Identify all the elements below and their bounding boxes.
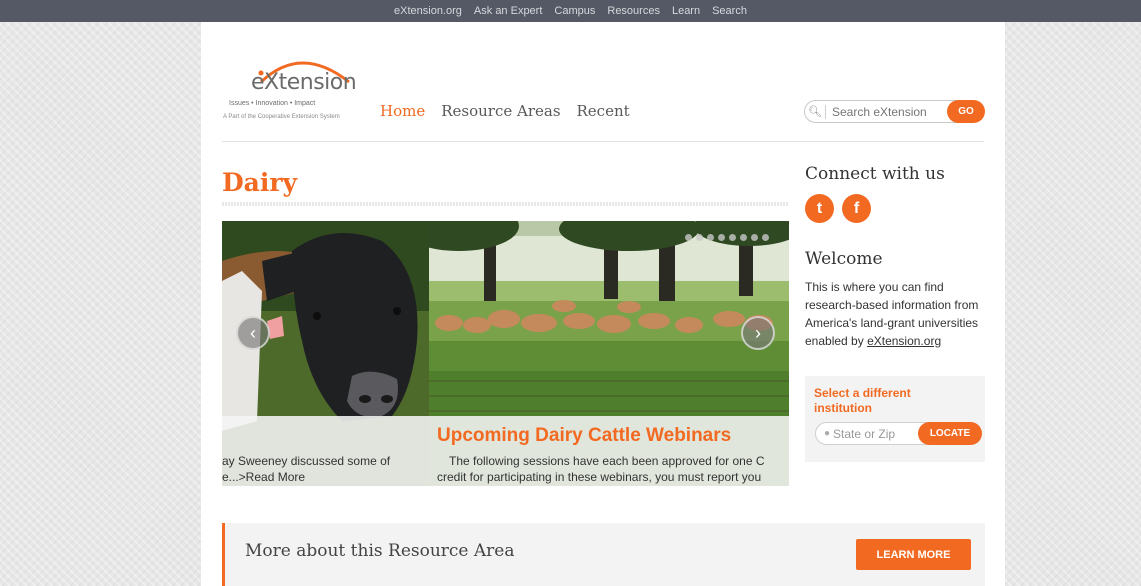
carousel-prev-button[interactable]: ‹ [236,316,270,350]
slide-text-line: credit for participating in these webina… [437,470,762,484]
page-container: eXtension Issues • Innovation • Impact A… [201,22,1005,586]
extension-logo[interactable]: eXtension Issues • Innovation • Impact A… [221,52,361,126]
logo-subline: A Part of the Cooperative Extension Syst… [223,114,340,120]
welcome-text: This is where you can find research-base… [805,278,980,350]
topnav-learn-link[interactable]: Learn [672,5,700,17]
welcome-heading: Welcome [805,249,883,269]
connect-heading: Connect with us [805,164,945,184]
logo-wordmark: eXtension [251,70,357,95]
social-links: t f [805,194,871,223]
locator-heading: Select a different institution [814,386,911,415]
page-title: Dairy [222,168,298,197]
search-go-button[interactable]: GO [947,100,985,123]
twitter-icon[interactable]: t [805,194,834,223]
nav-resource-areas[interactable]: Resource Areas [441,102,560,120]
topnav-ask-expert-link[interactable]: Ask an Expert [474,5,542,17]
extension-org-link[interactable]: eXtension.org [867,334,941,348]
prev-slide-read-more[interactable]: e...>Read More [222,470,305,484]
locate-button[interactable]: LOCATE [918,422,982,445]
header-divider [222,141,984,142]
nav-home[interactable]: Home [380,102,425,120]
state-zip-placeholder: State or Zip [833,426,896,441]
facebook-icon[interactable]: f [842,194,871,223]
carousel-headline[interactable]: Upcoming Dairy Cattle Webinars [437,425,731,447]
institution-locator: Select a different institution ● State o… [805,376,985,462]
carousel-dot[interactable] [762,234,769,241]
prev-slide-text: ay Sweeney discussed some of [222,454,391,468]
main-navigation: Home Resource Areas Recent [380,102,630,120]
topnav-resources-link[interactable]: Resources [607,5,660,17]
search-input[interactable] [826,104,936,119]
carousel-dot[interactable] [685,234,692,241]
resource-area-band: More about this Resource Area LEARN MORE [222,523,985,586]
topnav-search-link[interactable]: Search [712,5,747,17]
carousel-dots [685,234,769,241]
carousel-dot[interactable] [740,234,747,241]
carousel-dot[interactable] [707,234,714,241]
top-navigation-bar: eXtension.org Ask an Expert Campus Resou… [0,0,1141,22]
more-about-heading: More about this Resource Area [245,541,515,561]
learn-more-button[interactable]: LEARN MORE [856,539,971,570]
search-icon: 🔍︎ [808,106,822,118]
logo-tagline: Issues • Innovation • Impact [229,100,316,107]
slide-text-line: The following sessions have each been ap… [449,454,765,468]
topnav-campus-link[interactable]: Campus [554,5,595,17]
carousel-dot[interactable] [718,234,725,241]
location-pin-icon: ● [824,428,831,439]
nav-recent[interactable]: Recent [577,102,630,120]
carousel-next-button[interactable]: › [741,316,775,350]
carousel-dot[interactable] [751,234,758,241]
title-divider [222,202,789,206]
carousel-dot[interactable] [729,234,736,241]
topnav-extension-link[interactable]: eXtension.org [394,5,462,17]
featured-carousel[interactable]: ‹ › Upcoming Dairy Cattle Webinars ay Sw… [222,221,789,486]
search-box: 🔍︎ GO [804,100,985,123]
carousel-dot[interactable] [696,234,703,241]
